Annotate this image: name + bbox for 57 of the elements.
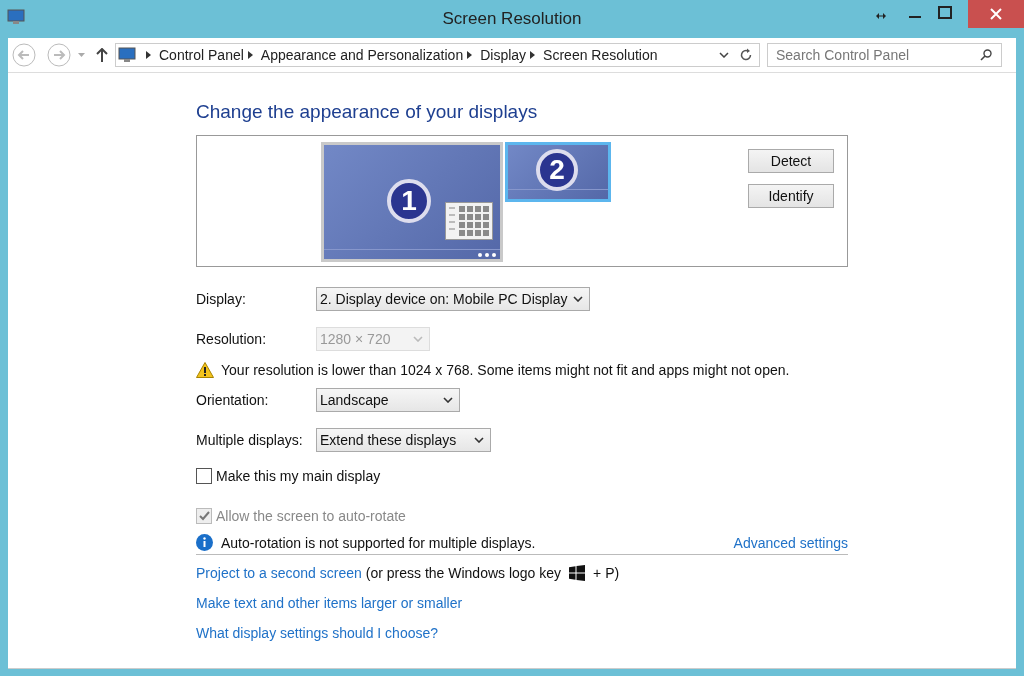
chevron-down-icon [573,296,584,302]
search-icon [980,49,992,61]
chevron-down-icon [413,336,423,342]
close-icon [989,7,1003,21]
windows-logo-icon [569,565,586,581]
project-link[interactable]: Project to a second screen [196,565,362,581]
chevron-down-icon [474,437,484,443]
field-label: Display: [196,291,247,307]
up-arrow-icon[interactable] [96,48,108,62]
dropdown: 1280 × 720 [316,327,430,351]
breadcrumb-item[interactable]: Appearance and Personalization [260,47,464,63]
more-icon [478,253,496,257]
monitor-icon [7,9,25,25]
minimize-icon [909,16,921,18]
checkbox-label: Allow the screen to auto-rotate [216,508,406,524]
address-bar[interactable]: Control Panel Appearance and Personalization Display Screen Resolution [115,43,760,67]
close-button[interactable] [968,0,1024,28]
display-number: 1 [387,179,431,223]
shortcut-note: (or press the Windows logo key [365,565,562,581]
chevron-right-icon[interactable] [467,51,473,59]
chevron-right-icon[interactable] [146,51,151,59]
checkbox[interactable] [196,468,212,484]
button[interactable]: Detect [748,149,834,173]
shortcut-key: + P) [593,565,620,581]
app-window-icon [445,202,493,240]
window-title: Screen Resolution [442,9,582,29]
chevron-down-icon[interactable] [719,52,729,58]
dropdown[interactable]: Landscape [316,388,460,412]
breadcrumb-item[interactable]: Display [480,47,527,63]
dropdown[interactable]: Extend these displays [316,428,491,452]
link[interactable]: What display settings should I choose? [196,625,439,641]
button[interactable]: Identify [748,184,834,208]
advanced-settings-link[interactable]: Advanced settings [733,534,848,551]
refresh-icon[interactable] [739,48,753,62]
chevron-right-icon[interactable] [530,51,536,59]
warning-message: Your resolution is lower than 1024 x 768. Some items might not fit and apps might not open. [221,362,790,378]
maximize-icon [938,6,952,20]
link[interactable]: Make text and other items larger or smaller [196,595,463,611]
chevron-right-icon[interactable] [247,51,253,59]
breadcrumb-item[interactable]: Screen Resolution [543,47,658,63]
dropdown[interactable]: 2. Display device on: Mobile PC Display [316,287,591,311]
display-thumbnail[interactable]: 2 [505,142,611,202]
resize-icon[interactable] [876,13,886,19]
field-label: Resolution: [196,331,268,347]
breadcrumb-item[interactable]: Control Panel [159,47,244,63]
display-thumbnail[interactable]: 1 [321,142,503,262]
field-label: Multiple displays: [196,432,304,448]
display-number: 2 [536,149,578,191]
page-heading: Change the appearance of your displays [196,101,539,123]
chevron-down-icon [443,397,453,403]
search-field[interactable]: Search Control Panel [767,43,1002,67]
monitor-icon [118,47,136,63]
info-message: Auto-rotation is not supported for multiple displays. [221,534,536,551]
field-label: Orientation: [196,392,270,408]
info-icon [196,534,213,551]
warning-icon [196,362,214,378]
checkbox-label: Make this my main display [216,468,381,484]
